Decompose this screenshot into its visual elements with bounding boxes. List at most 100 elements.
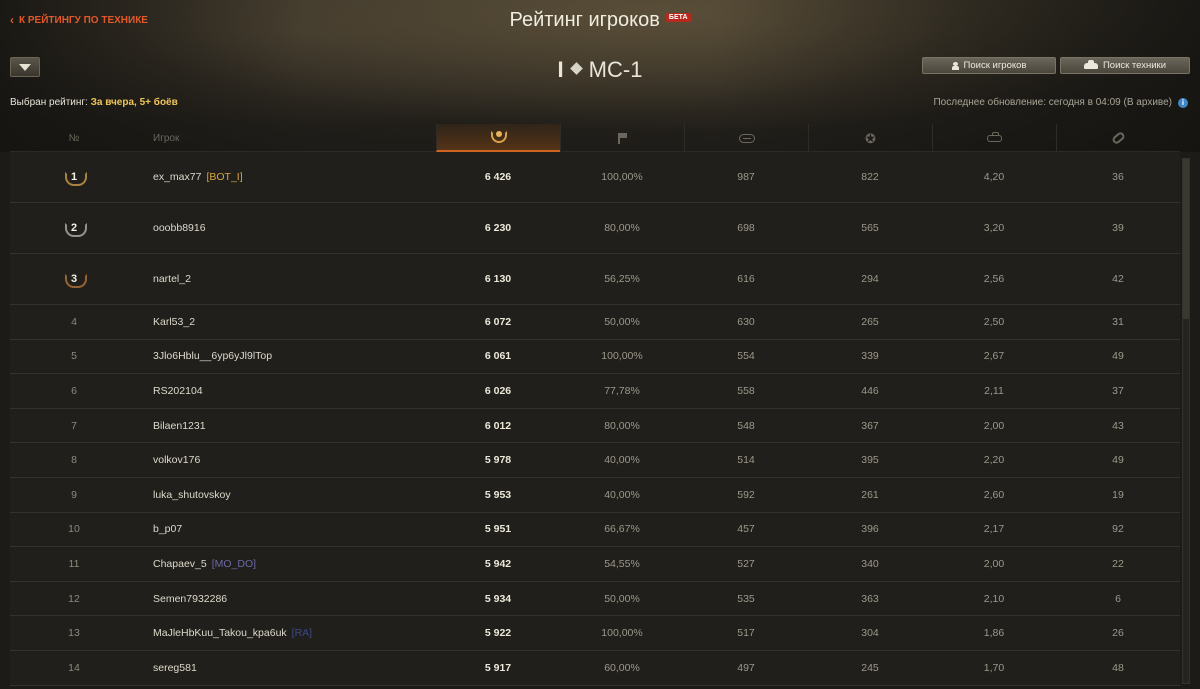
clan-tag[interactable]: [RA] — [292, 627, 312, 639]
page-title: Рейтинг игроков БЕТА — [0, 9, 1200, 32]
rank-number: 11 — [68, 557, 80, 570]
frags-cell: 2,10 — [983, 592, 1005, 605]
player-cell[interactable]: nartel_2 — [153, 254, 453, 304]
frags-cell: 1,86 — [983, 627, 1005, 640]
rating-cell: 5 951 — [484, 523, 512, 536]
table-row: 5 3Jlo6Hblu__6yp6yJl9lTop 6 061 100,00% … — [10, 339, 1180, 375]
column-damage[interactable] — [684, 124, 808, 152]
rank-number: 1 — [70, 171, 78, 183]
damage-cell: 554 — [737, 350, 755, 363]
wins-cell: 54,55% — [604, 557, 640, 570]
damage-cell: 987 — [737, 171, 755, 183]
spotted-cell: 6 — [1115, 592, 1121, 605]
rank-cell: 14 — [50, 651, 98, 685]
column-player[interactable]: Игрок — [153, 124, 273, 152]
tank-icon — [1083, 59, 1098, 69]
xp-cell: 245 — [861, 661, 879, 674]
player-cell[interactable]: 3Jlo6Hblu__6yp6yJl9lTop — [153, 340, 453, 374]
clan-tag[interactable]: [MO_DO] — [212, 558, 256, 570]
rank-cell: 1 — [50, 152, 98, 202]
wins-cell: 77,78% — [604, 384, 640, 397]
table-row: 3 nartel_2 6 130 56,25% 616 294 2,56 42 — [10, 254, 1180, 305]
player-cell[interactable]: volkov176 — [153, 443, 453, 477]
player-name[interactable]: nartel_2 — [153, 273, 191, 285]
damage-cell: 514 — [737, 454, 755, 467]
spotted-cell: 22 — [1112, 557, 1124, 570]
player-name[interactable]: 3Jlo6Hblu__6yp6yJl9lTop — [153, 350, 272, 362]
player-cell[interactable]: luka_shutovskoy — [153, 478, 453, 512]
column-rank[interactable]: № — [50, 124, 98, 152]
column-frags[interactable] — [932, 124, 1056, 152]
rank-number: 3 — [70, 273, 78, 285]
player-name[interactable]: Chapaev_5 — [153, 558, 207, 570]
player-name[interactable]: ooobb8916 — [153, 222, 206, 234]
player-name[interactable]: luka_shutovskoy — [153, 489, 231, 501]
column-rating[interactable] — [436, 124, 560, 152]
table-header: № Игрок ✪ — [10, 124, 1180, 152]
player-cell[interactable]: ex_max77 [BOT_I] — [153, 152, 453, 202]
search-players-button[interactable]: Поиск игроков — [922, 57, 1056, 74]
wins-cell: 60,00% — [604, 661, 640, 674]
last-update: Последнее обновление: сегодня в 04:09 (В… — [933, 97, 1188, 108]
player-cell[interactable]: Chapaev_5 [MO_DO] — [153, 547, 453, 581]
spotted-cell: 49 — [1112, 350, 1124, 363]
player-name[interactable]: MaJleHbKuu_Takou_kpa6uk — [153, 627, 287, 639]
table-row: 4 Karl53_2 6 072 50,00% 630 265 2,50 31 — [10, 305, 1180, 340]
table-row: 14 sereg581 5 917 60,00% 497 245 1,70 48 — [10, 650, 1180, 686]
table-row: 2 ooobb8916 6 230 80,00% 698 565 3,20 39 — [10, 203, 1180, 254]
player-name[interactable]: Semen7932286 — [153, 593, 227, 605]
player-cell[interactable]: sereg581 — [153, 651, 453, 685]
clan-tag[interactable]: [BOT_I] — [206, 171, 242, 183]
vehicle-tier: I — [557, 57, 564, 82]
player-name[interactable]: Karl53_2 — [153, 316, 195, 328]
player-cell[interactable]: RS202104 — [153, 374, 453, 408]
column-spotted[interactable] — [1056, 124, 1180, 152]
spotted-cell: 31 — [1112, 315, 1124, 328]
info-icon[interactable]: i — [1178, 97, 1188, 108]
xp-cell: 304 — [861, 627, 879, 640]
rating-cell: 5 922 — [484, 627, 512, 640]
rating-cell: 5 942 — [484, 557, 512, 570]
player-name[interactable]: Bilaen1231 — [153, 420, 206, 432]
player-cell[interactable]: ooobb8916 — [153, 203, 453, 253]
table-row: 1 ex_max77 [BOT_I] 6 426 100,00% 987 822… — [10, 152, 1180, 203]
rating-cell: 5 953 — [484, 488, 512, 501]
frags-cell: 2,67 — [983, 350, 1005, 363]
player-cell[interactable]: MaJleHbKuu_Takou_kpa6uk [RA] — [153, 616, 453, 650]
damage-cell: 517 — [737, 627, 755, 640]
table-row: 7 Bilaen1231 6 012 80,00% 548 367 2,00 4… — [10, 408, 1180, 444]
search-players-label: Поиск игроков — [963, 60, 1027, 71]
rank-medal-icon: 2 — [65, 221, 87, 237]
wins-cell: 100,00% — [601, 350, 643, 363]
frags-cell: 2,00 — [983, 557, 1005, 570]
xp-cell: 395 — [861, 454, 879, 467]
search-vehicles-button[interactable]: Поиск техники — [1060, 57, 1190, 74]
scrollbar-thumb[interactable] — [1183, 159, 1189, 319]
player-name[interactable]: volkov176 — [153, 454, 200, 466]
player-cell[interactable]: Semen7932286 — [153, 582, 453, 616]
selected-rating-value[interactable]: За вчера, 5+ боёв — [91, 97, 178, 108]
scrollbar[interactable] — [1182, 158, 1190, 684]
tank-icon — [987, 131, 1002, 142]
damage-cell: 497 — [737, 661, 755, 674]
rank-number: 13 — [68, 627, 80, 640]
rank-number: 6 — [71, 384, 77, 397]
player-cell[interactable]: b_p07 — [153, 513, 453, 547]
column-xp[interactable]: ✪ — [808, 124, 932, 152]
table-row: 8 volkov176 5 978 40,00% 514 395 2,20 49 — [10, 443, 1180, 478]
column-wins[interactable] — [560, 124, 684, 152]
light-tank-icon — [569, 62, 583, 75]
table-row: 9 luka_shutovskoy 5 953 40,00% 592 261 2… — [10, 477, 1180, 513]
beta-badge: БЕТА — [665, 13, 691, 22]
player-cell[interactable]: Karl53_2 — [153, 305, 453, 339]
rating-cell: 6 026 — [484, 384, 512, 397]
player-name[interactable]: ex_max77 — [153, 171, 201, 183]
selected-rating-label: Выбран рейтинг: — [10, 97, 88, 108]
player-name[interactable]: sereg581 — [153, 662, 197, 674]
vehicle-name: МС-1 — [588, 57, 643, 82]
player-cell[interactable]: Bilaen1231 — [153, 409, 453, 443]
player-name[interactable]: b_p07 — [153, 523, 182, 535]
table-row: 6 RS202104 6 026 77,78% 558 446 2,11 37 — [10, 374, 1180, 409]
player-name[interactable]: RS202104 — [153, 385, 203, 397]
frags-cell: 2,20 — [983, 454, 1005, 467]
